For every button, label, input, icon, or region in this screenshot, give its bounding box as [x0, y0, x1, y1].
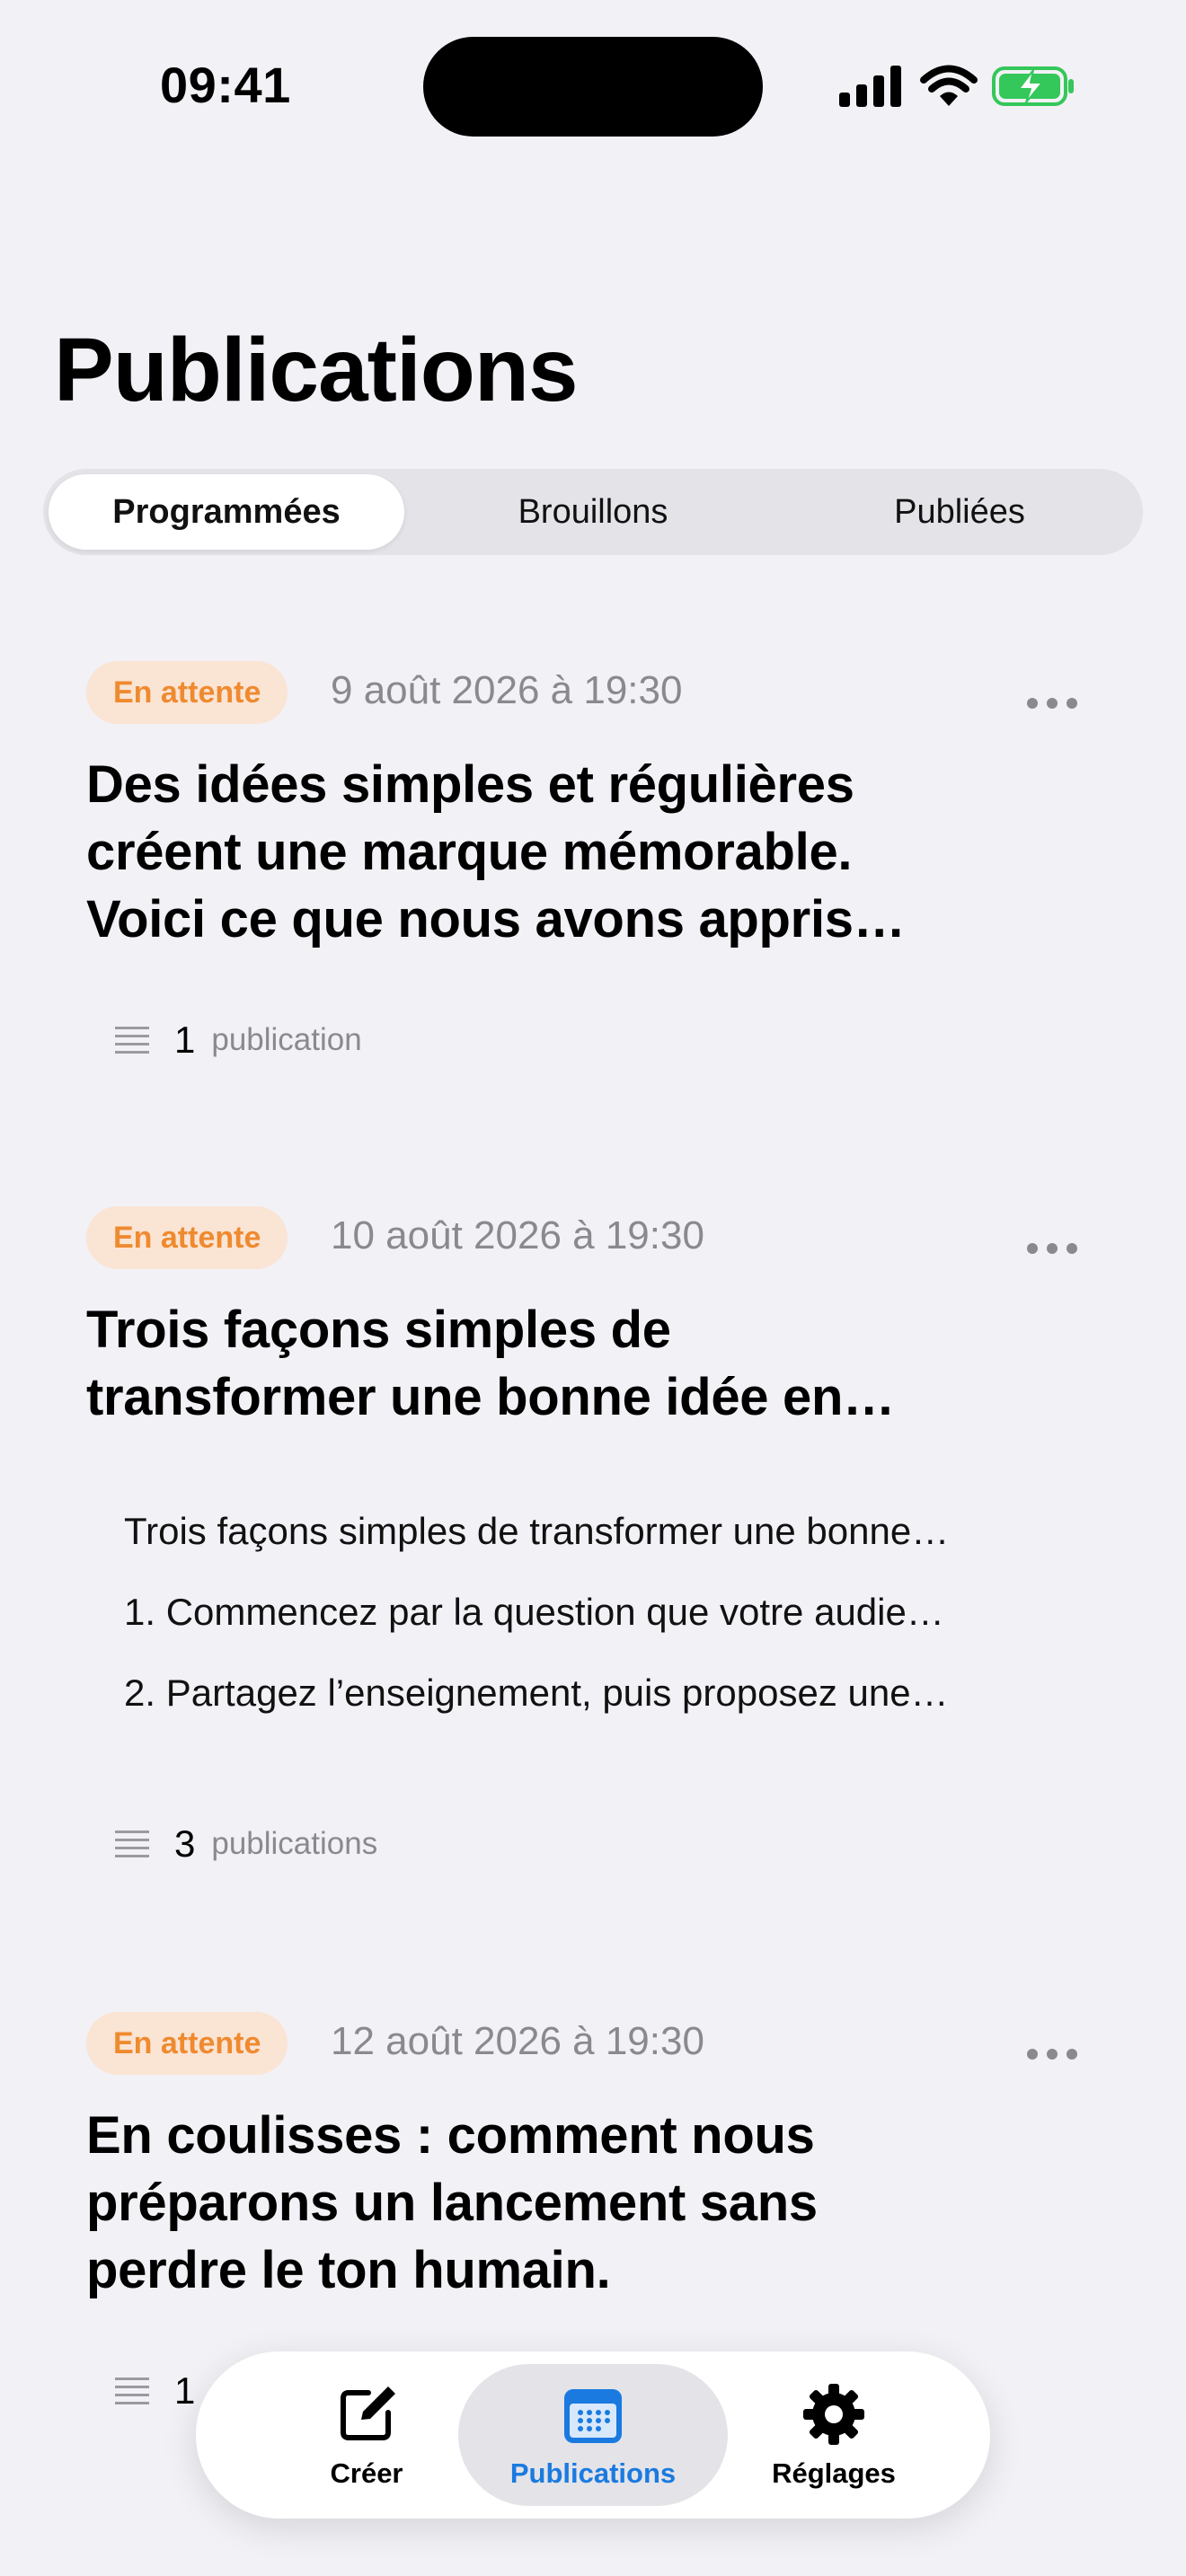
- tab-label: Créer: [330, 2457, 403, 2489]
- status-badge: En attente: [86, 1206, 288, 1269]
- count-label: publications: [211, 1826, 378, 1861]
- count-number: 1: [174, 2369, 196, 2412]
- status-badge: En attente: [86, 2012, 288, 2075]
- post-title-line: En coulisses : comment nous: [86, 2106, 815, 2165]
- list-icon: [115, 1027, 149, 1054]
- post-title-line: Voici ce que nous avons appris…: [86, 890, 906, 948]
- list-icon: [115, 2378, 149, 2404]
- scheduled-date: 10 août 2026 à 19:30: [331, 1213, 704, 1257]
- publications-screen: 09:41 Publications Programmées Brouillon…: [0, 0, 1186, 2576]
- tab-publications[interactable]: Publications: [458, 2364, 728, 2506]
- scheduled-date: 12 août 2026 à 19:30: [331, 2019, 704, 2063]
- list-icon: [115, 1831, 149, 1857]
- count-number: 1: [174, 1019, 196, 1061]
- post-title: En coulisses : comment nous préparons un…: [86, 2102, 985, 2304]
- tab-reglages[interactable]: Réglages: [735, 2364, 933, 2506]
- tab-label: Réglages: [772, 2457, 896, 2489]
- segment-programmees[interactable]: Programmées: [49, 474, 404, 550]
- gear-icon: [803, 2384, 864, 2445]
- post-title-line: Trois façons simples de: [86, 1301, 671, 1359]
- status-badge: En attente: [86, 661, 288, 724]
- wifi-icon: [920, 65, 978, 106]
- tab-label: Publications: [509, 2457, 677, 2489]
- post-title-line: Des idées simples et régulières: [86, 755, 854, 814]
- more-options-icon[interactable]: [1026, 1242, 1078, 1255]
- thread-preview-line: 1. Commencez par la question que votre a…: [124, 1591, 944, 1633]
- post-title-line: préparons un lancement sans: [86, 2174, 818, 2232]
- more-options-icon[interactable]: [1026, 2048, 1078, 2060]
- count-label: publication: [211, 1022, 362, 1057]
- status-time: 09:41: [160, 57, 291, 113]
- tab-bar: Créer Publications Réglages: [196, 2351, 990, 2519]
- scheduled-date: 9 août 2026 à 19:30: [331, 668, 683, 712]
- dynamic-island: [423, 37, 763, 137]
- segment-publiees[interactable]: Publiées: [782, 474, 1137, 550]
- page-title: Publications: [54, 320, 579, 420]
- compose-icon: [341, 2386, 395, 2440]
- segment-brouillons[interactable]: Brouillons: [415, 474, 771, 550]
- count-number: 3: [174, 1822, 196, 1865]
- publication-count: 1 publication: [115, 1019, 362, 1062]
- segmented-control: Programmées Brouillons Publiées: [43, 469, 1143, 555]
- cellular-signal-icon: [839, 66, 901, 107]
- battery-charging-icon: [992, 66, 1074, 106]
- status-icons: [839, 63, 1076, 110]
- post-title-line: perdre le ton humain.: [86, 2241, 611, 2299]
- thread-preview-line: 2. Partagez l’enseignement, puis propose…: [124, 1672, 949, 1714]
- post-title: Des idées simples et régulières créent u…: [86, 751, 985, 953]
- publication-count: 3 publications: [115, 1822, 377, 1866]
- more-options-icon[interactable]: [1026, 697, 1078, 710]
- publication-count: 1: [115, 2369, 195, 2413]
- thread-preview-line: Trois façons simples de transformer une …: [124, 1510, 950, 1552]
- calendar-icon: [564, 2389, 622, 2443]
- post-title-line: transformer une bonne idée en…: [86, 1368, 895, 1426]
- post-title-line: créent une marque mémorable.: [86, 823, 853, 881]
- post-title: Trois façons simples de transformer une …: [86, 1296, 985, 1431]
- tab-creer[interactable]: Créer: [259, 2364, 474, 2506]
